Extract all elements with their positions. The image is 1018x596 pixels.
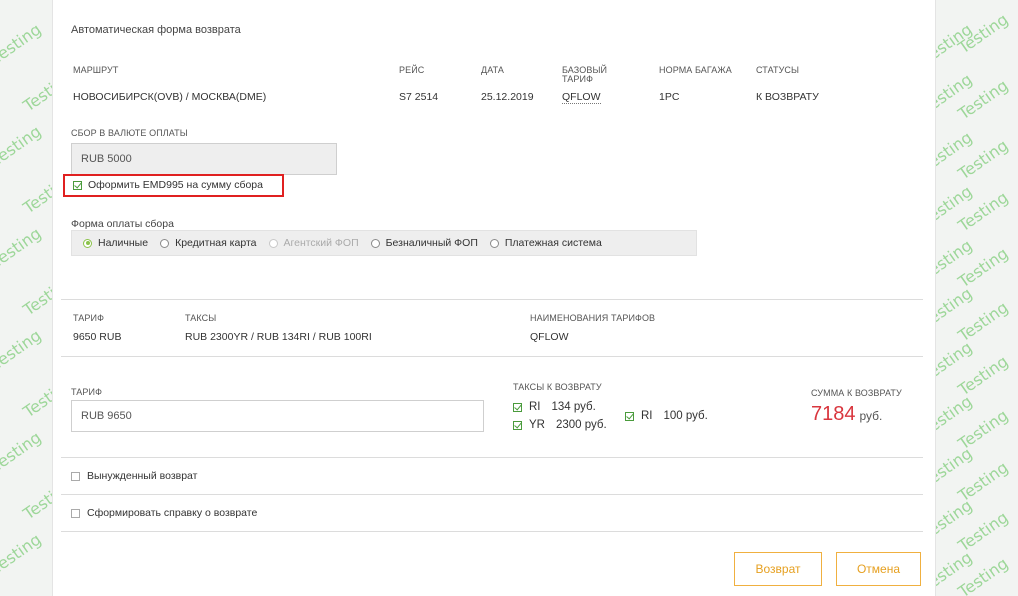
watermark-text: Testing [19, 169, 55, 218]
base-fare-link[interactable]: QFLOW [562, 91, 601, 104]
watermark-text: Testing [0, 121, 45, 170]
emd-checkbox-row[interactable]: Оформить EMD995 на сумму сбора [73, 179, 263, 191]
payment-option-cash[interactable]: Наличные [83, 237, 148, 249]
tax-checkbox[interactable] [625, 411, 634, 421]
tax-amount: 100 руб. [663, 410, 708, 422]
taxes-summary-value: RUB 2300YR / RUB 134RI / RUB 100RI [185, 331, 372, 343]
status-header: СТАТУСЫ [756, 65, 800, 75]
cancel-button[interactable]: Отмена [836, 552, 921, 586]
refund-button[interactable]: Возврат [734, 552, 822, 586]
certificate-label: Сформировать справку о возврате [87, 507, 258, 519]
watermark-left: Testing Testing Testing Testing Testing … [0, 0, 55, 596]
divider [61, 299, 923, 300]
radio-disabled-icon [268, 238, 278, 248]
payment-option-label: Наличные [98, 237, 149, 249]
refund-taxes-label: ТАКСЫ К ВОЗВРАТУ [513, 382, 602, 392]
refund-sum: 7184 руб. [811, 403, 882, 426]
divider [61, 531, 923, 532]
tax-checkbox[interactable] [513, 402, 522, 412]
radio-icon[interactable] [489, 238, 499, 248]
route-header: МАРШРУТ [73, 65, 119, 75]
payment-label: Форма оплаты сбора [71, 218, 174, 230]
base-fare-header: БАЗОВЫЙ ТАРИФ [562, 65, 608, 84]
baggage-value: 1PC [659, 91, 680, 103]
fee-input[interactable]: RUB 5000 [71, 143, 337, 175]
tax-amount: 2300 руб. [555, 419, 607, 431]
radio-selected-icon[interactable] [83, 238, 92, 248]
date-value: 25.12.2019 [481, 91, 534, 103]
watermark-right: Testing Testing Testing Testing Testing … [933, 0, 1018, 596]
tax-checkbox[interactable] [513, 420, 522, 430]
payment-option-label: Агентский ФОП [283, 237, 359, 249]
tax-ri-100[interactable]: RI 100 руб. [625, 410, 708, 422]
divider [61, 494, 923, 495]
watermark-text: Testing [19, 271, 55, 320]
baggage-header: НОРМА БАГАЖА [659, 65, 732, 75]
forced-refund-label: Вынужденный возврат [87, 470, 198, 482]
refund-form-panel: Автоматическая форма возврата МАРШРУТ РЕ… [52, 0, 936, 596]
forced-refund-checkbox[interactable] [71, 471, 80, 481]
form-title: Автоматическая форма возврата [71, 24, 241, 36]
tax-code: YR [529, 419, 545, 431]
refund-sum-currency: руб. [859, 409, 883, 423]
flight-value: S7 2514 [399, 91, 439, 103]
watermark-text: Testing [19, 475, 55, 524]
divider [61, 457, 923, 458]
fare-names-value: QFLOW [530, 331, 569, 343]
radio-icon[interactable] [370, 238, 380, 248]
fare-summary-label: ТАРИФ [73, 313, 105, 323]
route-value: НОВОСИБИРСК(OVB) / МОСКВА(DME) [73, 91, 267, 103]
certificate-checkbox[interactable] [71, 508, 80, 518]
taxes-summary-label: ТАКСЫ [185, 313, 217, 323]
emd-checkbox-label: Оформить EMD995 на сумму сбора [88, 179, 263, 191]
payment-option-label: Платежная система [504, 237, 602, 249]
forced-refund-row[interactable]: Вынужденный возврат [71, 470, 197, 482]
watermark-text: Testing [0, 223, 45, 272]
refund-fare-label: ТАРИФ [71, 387, 103, 397]
watermark-text: Testing [0, 19, 45, 68]
tax-code: RI [529, 401, 541, 413]
fare-names-label: НАИМЕНОВАНИЯ ТАРИФОВ [530, 313, 656, 323]
certificate-row[interactable]: Сформировать справку о возврате [71, 507, 257, 519]
watermark-text: Testing [0, 529, 45, 578]
payment-option-cashless-fop[interactable]: Безналичный ФОП [370, 237, 478, 249]
date-header: ДАТА [481, 65, 504, 75]
watermark-text: Testing [19, 373, 55, 422]
payment-option-label: Безналичный ФОП [385, 237, 478, 249]
refund-fare-input[interactable]: RUB 9650 [71, 400, 484, 432]
divider [61, 356, 923, 357]
tax-code: RI [641, 410, 653, 422]
tax-ri-134[interactable]: RI 134 руб. [513, 401, 596, 413]
payment-option-payment-system[interactable]: Платежная система [489, 237, 602, 249]
refund-sum-label: СУММА К ВОЗВРАТУ [811, 388, 902, 398]
flight-header: РЕЙС [399, 65, 425, 75]
payment-options-bar: Наличные Кредитная карта Агентский ФОП Б… [71, 230, 697, 256]
fare-summary-value: 9650 RUB [73, 331, 122, 343]
payment-option-agent-fop: Агентский ФОП [268, 237, 359, 249]
watermark-text: Testing [0, 325, 45, 374]
tax-yr-2300[interactable]: YR 2300 руб. [513, 419, 607, 431]
radio-icon[interactable] [160, 238, 170, 248]
emd-checkbox[interactable] [73, 180, 82, 190]
status-value: К ВОЗВРАТУ [756, 91, 819, 103]
payment-option-credit-card[interactable]: Кредитная карта [160, 237, 257, 249]
fee-label: СБОР В ВАЛЮТЕ ОПЛАТЫ [71, 128, 188, 138]
refund-sum-value: 7184 [811, 403, 856, 425]
watermark-text: Testing [0, 427, 45, 476]
payment-option-label: Кредитная карта [175, 237, 257, 249]
tax-amount: 134 руб. [551, 401, 596, 413]
watermark-text: Testing [19, 67, 55, 116]
